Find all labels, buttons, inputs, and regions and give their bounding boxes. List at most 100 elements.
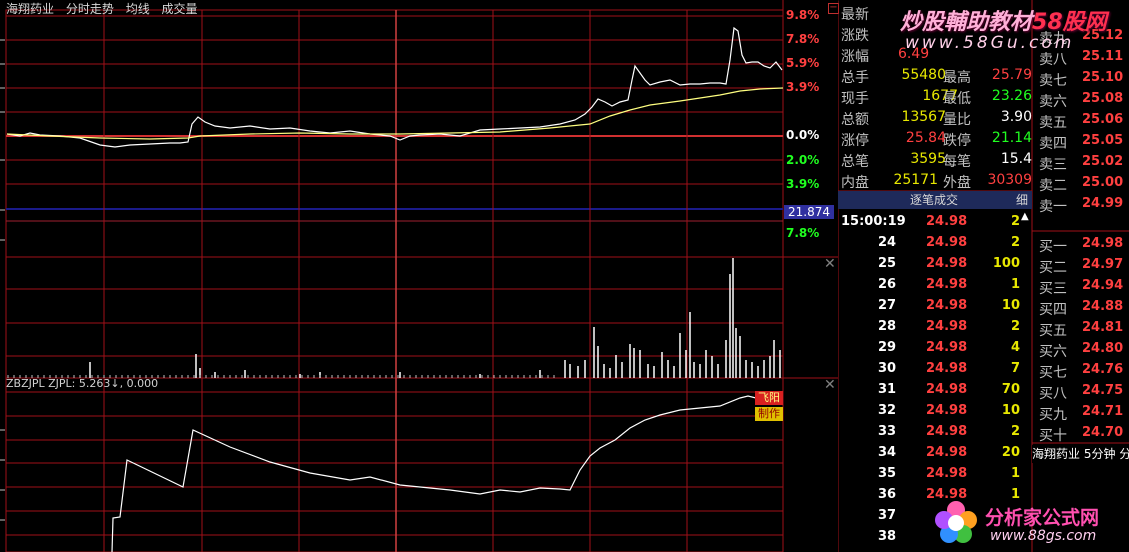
quote-value: 3595 <box>910 151 946 167</box>
close-icon[interactable]: ✕ <box>824 377 836 393</box>
tick-time: 34 <box>878 445 897 460</box>
tick-volume: 100 <box>992 256 1020 271</box>
intraday-chart-window: 海翔药业 分时走势 均线 成交量 9.8% 7.8% 5.9% 3.9% 0.0… <box>0 0 1129 552</box>
bottom-tab-more[interactable]: 分 <box>1119 447 1129 461</box>
ask-price[interactable]: 25.02 <box>1082 154 1123 169</box>
tick-price: 24.98 <box>926 424 968 439</box>
chart-frame <box>5 9 784 552</box>
ask-label: 卖七 <box>1039 73 1067 89</box>
bid-price[interactable]: 24.80 <box>1082 341 1123 356</box>
bid-price[interactable]: 24.76 <box>1082 362 1123 377</box>
ask-price[interactable]: 25.06 <box>1082 112 1123 127</box>
tick-time: 37 <box>878 508 897 523</box>
tick-row[interactable]: 35 24.98 1 <box>838 464 1028 485</box>
mode-label[interactable]: 分时走势 <box>66 2 114 16</box>
quote-value: 15.4 <box>1000 151 1032 167</box>
tick-row[interactable]: 24 24.98 2 <box>838 233 1028 254</box>
tick-time: 30 <box>878 361 897 376</box>
ask-price[interactable]: 25.00 <box>1082 175 1123 190</box>
quote-label: 现手 <box>841 91 869 107</box>
ask-price[interactable]: 25.08 <box>1082 91 1123 106</box>
chart-canvas[interactable] <box>0 0 838 552</box>
indicator-line-label: ZJPL: <box>48 377 76 390</box>
ask-label: 卖五 <box>1039 115 1067 131</box>
bottom-tab-period[interactable]: 5分钟 <box>1084 447 1116 461</box>
vol-axis-pct: 7.8% <box>786 226 820 240</box>
tick-price: 24.98 <box>926 256 968 271</box>
volume-label[interactable]: 成交量 <box>162 2 198 16</box>
tick-price: 24.98 <box>926 319 968 334</box>
bottom-tab-name[interactable]: 海翔药业 <box>1032 447 1080 461</box>
tick-row[interactable]: 32 24.98 10 <box>838 401 1028 422</box>
ticks-header-label: 逐笔成交 <box>910 193 959 207</box>
tick-price: 24.98 <box>926 403 968 418</box>
bottom-tab[interactable]: 海翔药业 5分钟 分 <box>1032 445 1129 463</box>
tick-row[interactable]: 30 24.98 7 <box>838 359 1028 380</box>
bid-label: 买四 <box>1039 302 1067 318</box>
tick-volume: 7 <box>1010 361 1020 376</box>
flower-logo-icon <box>935 501 977 543</box>
ask-price[interactable]: 24.99 <box>1082 196 1123 211</box>
bid-label: 买一 <box>1039 239 1067 255</box>
tick-row[interactable]: 28 24.98 2 <box>838 317 1028 338</box>
tick-volume: 10 <box>1001 298 1020 313</box>
ask-price[interactable]: 25.05 <box>1082 133 1123 148</box>
quote-label: 最高 <box>943 70 971 86</box>
bid-label: 买七 <box>1039 365 1067 381</box>
ask-price[interactable]: 25.10 <box>1082 70 1123 85</box>
tick-volume: 20 <box>1001 445 1020 460</box>
quote-label: 涨停 <box>841 133 869 149</box>
ask-label: 卖四 <box>1039 136 1067 152</box>
tick-row[interactable]: 26 24.98 1 <box>838 275 1028 296</box>
tick-price: 24.98 <box>926 361 968 376</box>
tick-row[interactable]: 31 24.98 70 <box>838 380 1028 401</box>
indicator-title: ZBZJPL ZJPL: 5.263↓, 0.000 <box>6 377 159 390</box>
tick-volume: 1 <box>1010 277 1020 292</box>
tick-time: 35 <box>878 466 897 481</box>
ask-label: 卖六 <box>1039 94 1067 110</box>
bid-price[interactable]: 24.97 <box>1082 257 1123 272</box>
tick-price: 24.98 <box>926 382 968 397</box>
quote-value: 3.90 <box>1000 109 1032 125</box>
bid-label: 买三 <box>1039 281 1067 297</box>
bid-price[interactable]: 24.98 <box>1082 236 1123 251</box>
tick-time: 26 <box>878 277 897 292</box>
quote-label: 量比 <box>943 112 971 128</box>
bid-label: 买五 <box>1039 323 1067 339</box>
tick-volume: 2 <box>1010 319 1020 334</box>
bid-price[interactable]: 24.70 <box>1082 425 1123 440</box>
tick-volume: 2 <box>1010 214 1020 229</box>
tick-price: 24.98 <box>926 466 968 481</box>
tick-time: 15:00:19 <box>841 214 906 229</box>
tick-row[interactable]: 15:00:19 24.98 2 <box>838 212 1028 233</box>
tick-row[interactable]: 34 24.98 20 <box>838 443 1028 464</box>
indicator-line <box>111 395 761 552</box>
axis-up-3: 5.9% <box>786 56 820 70</box>
bid-price[interactable]: 24.94 <box>1082 278 1123 293</box>
quote-value: 25171 <box>893 172 938 188</box>
tick-row[interactable]: 25 24.98 100 <box>838 254 1028 275</box>
ask-price[interactable]: 25.11 <box>1082 49 1123 64</box>
tick-row[interactable]: 27 24.98 10 <box>838 296 1028 317</box>
watermark-top-mark: 58股网 <box>1032 10 1107 35</box>
watermark-top: 炒股輔助教材58股网 <box>900 4 1107 36</box>
bid-label: 买二 <box>1039 260 1067 276</box>
ask-label: 卖二 <box>1039 178 1067 194</box>
quote-label: 每笔 <box>943 154 971 170</box>
indicator-name: ZBZJPL <box>6 377 45 390</box>
quote-label: 总笔 <box>841 154 869 170</box>
close-icon[interactable]: ✕ <box>824 256 836 272</box>
tick-price: 24.98 <box>926 298 968 313</box>
quote-value: 55480 <box>901 67 946 83</box>
tick-row[interactable]: 33 24.98 2 <box>838 422 1028 443</box>
avg-label[interactable]: 均线 <box>126 2 150 16</box>
ticks-detail-button[interactable]: 细 <box>1016 191 1028 209</box>
badge-zhizuo: 制作 <box>755 407 783 421</box>
bid-price[interactable]: 24.88 <box>1082 299 1123 314</box>
tick-volume: 2 <box>1010 235 1020 250</box>
tick-row[interactable]: 29 24.98 4 <box>838 338 1028 359</box>
bid-price[interactable]: 24.71 <box>1082 404 1123 419</box>
bid-price[interactable]: 24.81 <box>1082 320 1123 335</box>
bid-price[interactable]: 24.75 <box>1082 383 1123 398</box>
axis-up-4: 3.9% <box>786 80 820 94</box>
